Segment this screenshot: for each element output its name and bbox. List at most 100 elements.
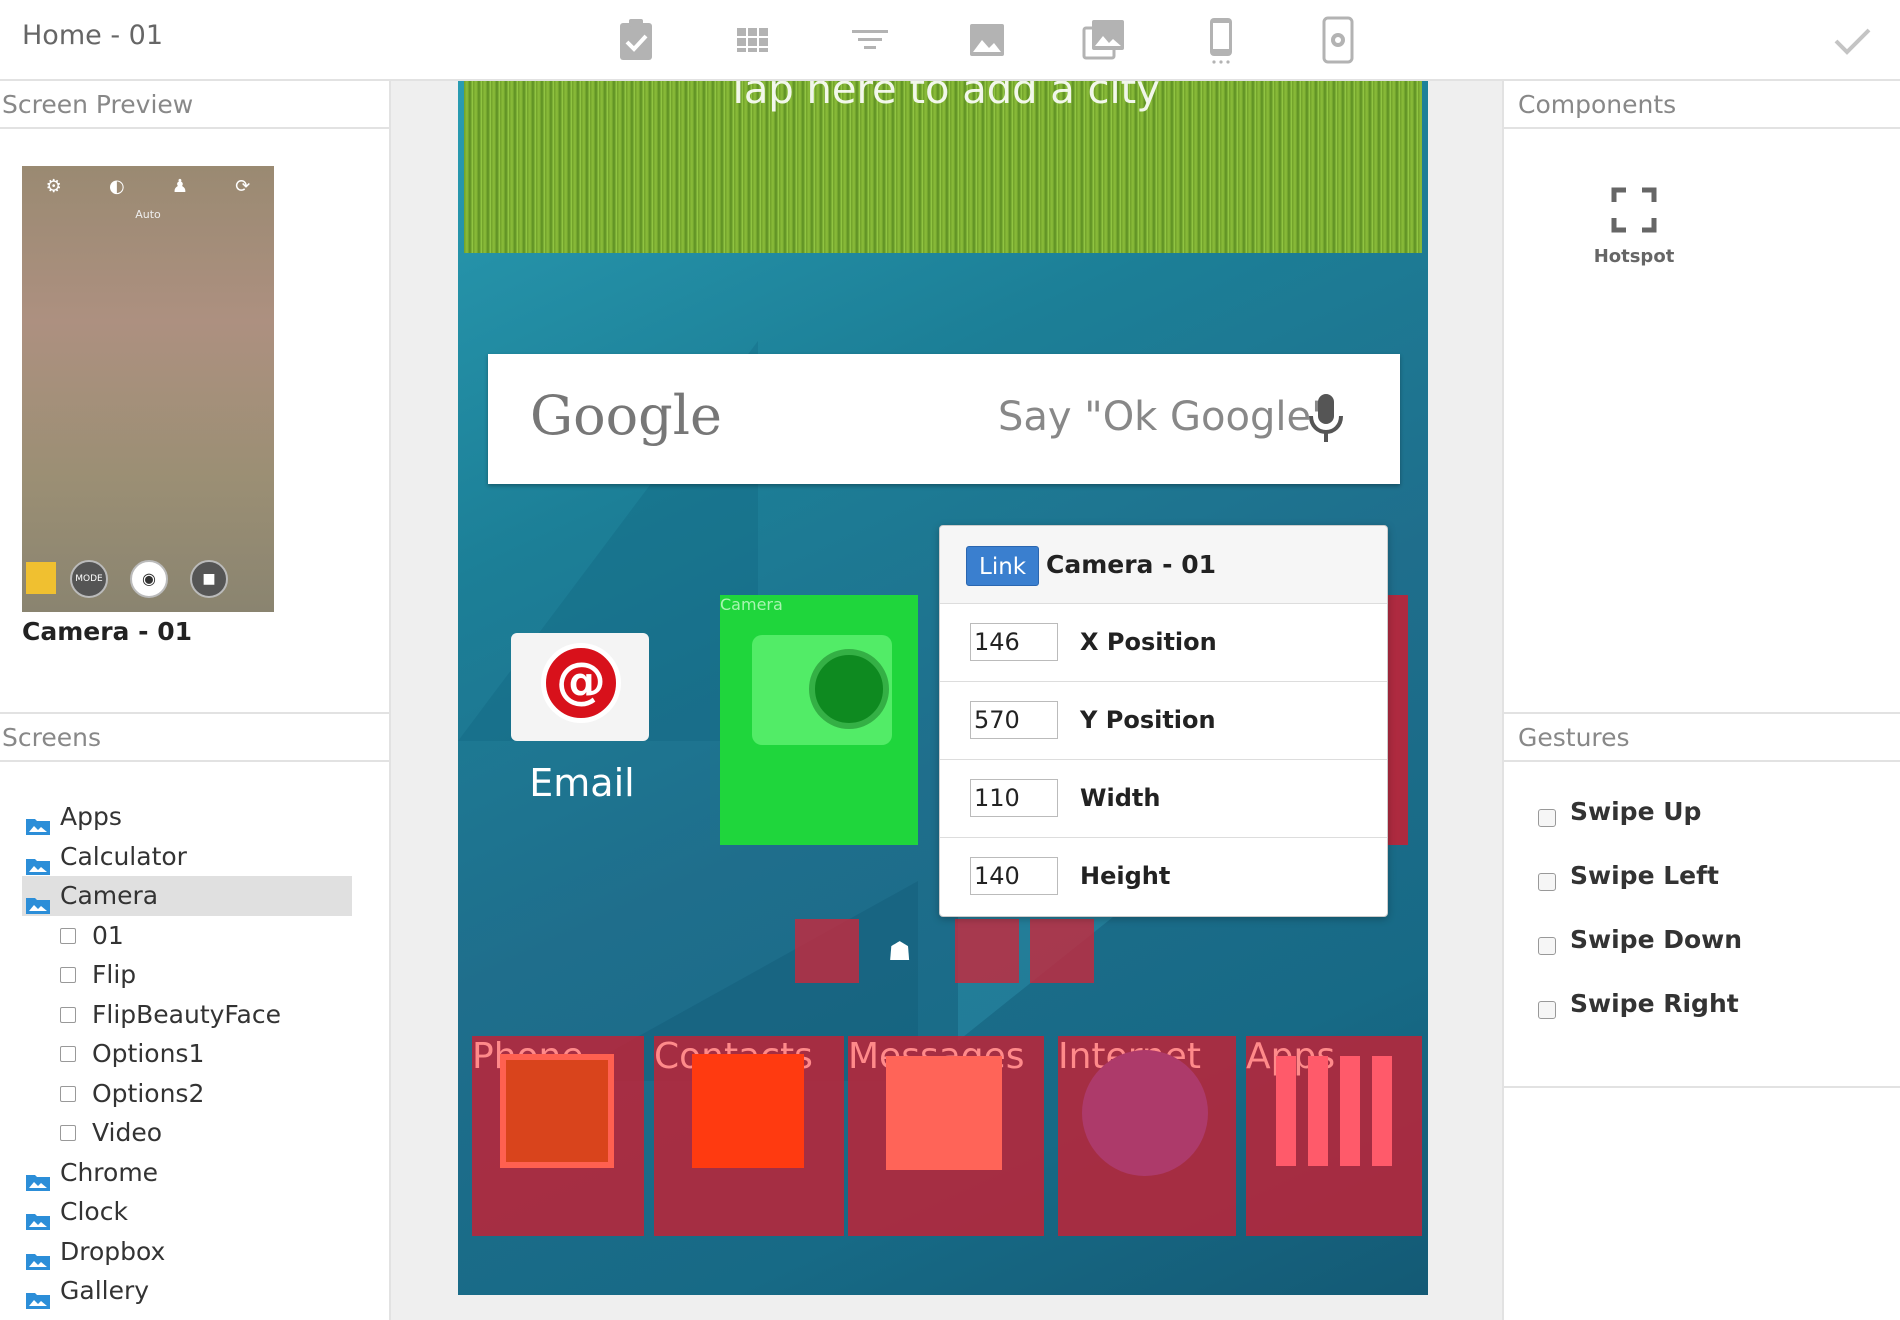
tree-folder[interactable]: Gallery: [22, 1271, 352, 1311]
height-label: Height: [1080, 862, 1171, 890]
components-header: Components: [1504, 81, 1900, 129]
preview-bottom-bar: MODE ◉ ■: [26, 560, 270, 600]
gesture-checkbox[interactable]: [1538, 1001, 1556, 1019]
x-position-row: X Position: [940, 604, 1387, 682]
folder-image-icon: [26, 847, 50, 875]
gesture-checkbox[interactable]: [1538, 809, 1556, 827]
mode-button: MODE: [70, 560, 108, 598]
tree-folder[interactable]: Calculator: [22, 837, 352, 877]
screen-image-icon: [60, 1006, 76, 1023]
folder-image-icon: [26, 1163, 50, 1191]
tree-screen[interactable]: Flip: [22, 955, 352, 995]
hotspot-icon: [1610, 186, 1658, 234]
tree-label: Calculator: [60, 841, 187, 871]
tree-screen[interactable]: Options1: [22, 1034, 352, 1074]
gesture-row: Swipe Right: [1538, 989, 1868, 1053]
link-badge[interactable]: Link: [966, 546, 1040, 586]
clipboard-check-icon[interactable]: [610, 14, 662, 66]
google-logo: Google: [530, 384, 722, 447]
tree-folder[interactable]: Camera: [22, 876, 352, 916]
tree-screen[interactable]: 01: [22, 916, 352, 956]
left-sidebar: Screen Preview ⚙ ◐ ♟ ⟳ Auto MODE ◉ ■ Cam…: [0, 81, 391, 1320]
screen-image-icon: [60, 967, 76, 983]
filter-icon[interactable]: [844, 14, 896, 66]
tree-folder[interactable]: Chrome: [22, 1153, 352, 1193]
tree-label: Camera: [60, 881, 159, 910]
page-dot-menu[interactable]: [795, 919, 859, 983]
y-position-input[interactable]: [970, 701, 1058, 739]
gesture-checkbox[interactable]: [1538, 937, 1556, 955]
preview-top-icons: ⚙ ◐ ♟ ⟳: [22, 176, 274, 197]
screens-tree: Apps Calculator Camera 01 Flip FlipBeautyFace…: [22, 797, 352, 1311]
camera-hotspot[interactable]: Camera: [720, 595, 918, 845]
gesture-row: Swipe Left: [1538, 861, 1868, 925]
envelope-icon: @: [511, 633, 649, 741]
width-label: Width: [1080, 784, 1161, 812]
x-position-input[interactable]: [970, 623, 1058, 661]
globe-icon: [1082, 1050, 1208, 1176]
home-page-icon[interactable]: ☗: [888, 937, 916, 967]
phone-icon[interactable]: [1195, 14, 1247, 66]
tree-folder[interactable]: Dropbox: [22, 1232, 352, 1272]
image-icon[interactable]: [961, 14, 1013, 66]
preview-screen-name: Camera - 01: [22, 617, 192, 646]
check-icon[interactable]: [1826, 16, 1878, 66]
banner-text: Tap here to add a city: [726, 81, 1160, 113]
google-search-widget[interactable]: Google Say "Ok Google": [488, 354, 1400, 484]
dock-messages[interactable]: Messages: [848, 1036, 1044, 1236]
gesture-label: Swipe Left: [1570, 861, 1719, 890]
folder-image-icon: [26, 807, 50, 835]
dock-apps[interactable]: Apps: [1246, 1036, 1422, 1236]
video-icon: ■: [190, 560, 228, 598]
page-dot-2[interactable]: [955, 919, 1019, 983]
dock-phone[interactable]: Phone: [472, 1036, 644, 1236]
email-label: Email: [529, 761, 635, 805]
gesture-row: Swipe Up: [1538, 797, 1868, 861]
gestures-list: Swipe Up Swipe Left Swipe Down Swipe Right: [1538, 797, 1868, 1053]
contact-person-icon: [692, 1054, 804, 1168]
microphone-icon[interactable]: [1306, 392, 1346, 448]
page-dot-3[interactable]: [1030, 919, 1094, 983]
folder-image-icon: [26, 1202, 50, 1230]
phone-settings-icon[interactable]: [1312, 14, 1364, 66]
flash-icon: ◐: [108, 176, 125, 197]
preview-auto-label: Auto: [135, 208, 161, 221]
width-row: Width: [940, 760, 1387, 838]
camera-lens-icon: [809, 649, 889, 729]
app-window: Home - 01 Screen Preview ⚙ ◐ ♟ ⟳ Auto MO…: [0, 0, 1900, 1320]
tree-folder[interactable]: Apps: [22, 797, 352, 837]
gallery-thumb-icon: [26, 562, 56, 594]
camera-label: Camera: [720, 595, 783, 614]
tree-label: FlipBeautyFace: [92, 999, 281, 1029]
height-row: Height: [940, 838, 1387, 916]
gesture-checkbox[interactable]: [1538, 873, 1556, 891]
tree-label: Dropbox: [60, 1236, 166, 1266]
y-position-row: Y Position: [940, 682, 1387, 760]
dock-contacts[interactable]: Contacts: [654, 1036, 844, 1236]
gear-icon: ⚙: [45, 176, 62, 197]
dock-internet[interactable]: Internet: [1058, 1036, 1236, 1236]
weather-banner[interactable]: Tap here to add a city: [464, 81, 1422, 253]
screen-preview-thumbnail[interactable]: ⚙ ◐ ♟ ⟳ Auto MODE ◉ ■: [22, 166, 274, 612]
email-app-icon[interactable]: @ Email: [488, 621, 676, 851]
gesture-label: Swipe Right: [1570, 989, 1739, 1018]
images-icon[interactable]: [1078, 14, 1130, 66]
width-input[interactable]: [970, 779, 1058, 817]
tree-screen[interactable]: Video: [22, 1113, 352, 1153]
grid-icon[interactable]: [727, 14, 779, 66]
tree-screen[interactable]: FlipBeautyFace: [22, 995, 352, 1035]
gesture-label: Swipe Up: [1570, 797, 1702, 826]
screen-image-icon: [60, 1085, 76, 1102]
divider: [1504, 1086, 1900, 1088]
hotspot-component[interactable]: Hotspot: [1564, 186, 1704, 267]
height-input[interactable]: [970, 857, 1058, 895]
tree-label: 01: [92, 920, 124, 950]
popover-title: Camera - 01: [1046, 550, 1216, 579]
screen-preview-header: Screen Preview: [0, 81, 389, 129]
tree-folder[interactable]: Clock: [22, 1192, 352, 1232]
tree-label: Chrome: [60, 1157, 159, 1187]
tree-screen[interactable]: Options2: [22, 1074, 352, 1114]
folder-image-icon: [26, 1281, 50, 1309]
search-hint: Say "Ok Google": [998, 394, 1330, 440]
screen-image-icon: [60, 1046, 76, 1062]
